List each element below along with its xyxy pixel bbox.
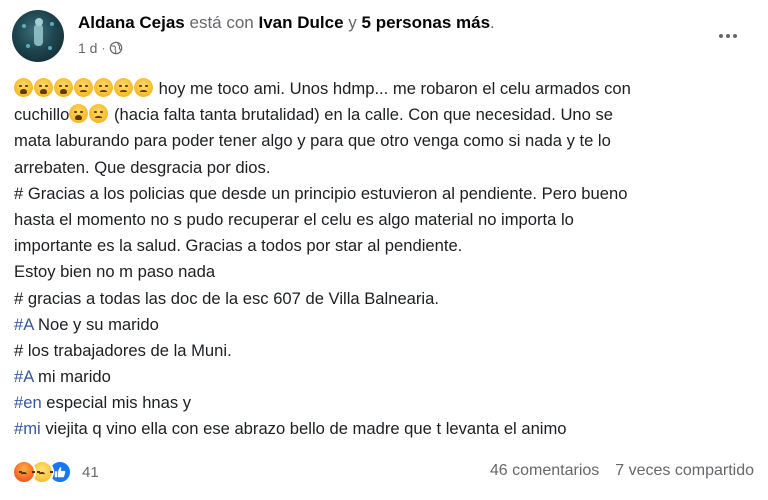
more-options-icon bbox=[726, 34, 730, 38]
hashtag-link[interactable]: #A bbox=[14, 315, 33, 334]
post-line: Estoy bien no m paso nada bbox=[14, 259, 754, 285]
reaction-count[interactable]: 41 bbox=[82, 464, 99, 481]
post-line: #A Noe y su marido bbox=[14, 312, 754, 338]
post-text: # Gracias a los policias que desde un pr… bbox=[14, 183, 628, 203]
author-name-link[interactable]: Aldana Cejas bbox=[78, 13, 185, 32]
tired-face-emoji-icon bbox=[54, 78, 73, 97]
more-options-icon bbox=[719, 34, 723, 38]
post-line: hoy me toco ami. Unos hdmp... me robaron… bbox=[14, 76, 754, 102]
post-text: (hacia falta tanta brutalidad) en la cal… bbox=[113, 105, 614, 125]
post-time-link[interactable]: 1 d bbox=[78, 40, 97, 56]
globe-icon[interactable] bbox=[109, 41, 123, 55]
reactions-summary[interactable]: 41 bbox=[12, 460, 99, 484]
post-text: mata laburando para poder tener algo y p… bbox=[14, 131, 611, 151]
disappointed-face-emoji-icon bbox=[89, 104, 109, 124]
post-text: arrebaten. Que desgracia por dios. bbox=[14, 157, 271, 177]
angry-reaction-icon bbox=[12, 460, 36, 484]
post-stats: 46 comentarios 7 veces compartido bbox=[490, 462, 754, 480]
meta-separator: · bbox=[101, 41, 106, 55]
comments-count-link[interactable]: 46 comentarios bbox=[490, 462, 599, 480]
author-avatar[interactable] bbox=[12, 10, 64, 62]
post-text: Noe y su marido bbox=[33, 314, 159, 334]
hashtag-link[interactable]: #A bbox=[14, 367, 33, 386]
post-line: arrebaten. Que desgracia por dios. bbox=[14, 155, 754, 181]
avatar-sparkle bbox=[22, 24, 26, 28]
tired-face-emoji-icon bbox=[34, 78, 53, 97]
post-line: # los trabajadores de la Muni. bbox=[14, 338, 754, 364]
avatar-figure bbox=[34, 24, 43, 46]
hashtag-link[interactable]: #en bbox=[14, 393, 42, 412]
and-text: y bbox=[348, 13, 357, 32]
with-text: está con bbox=[189, 13, 254, 32]
tired-face-emoji-icon bbox=[14, 78, 33, 97]
post-line: mata laburando para poder tener algo y p… bbox=[14, 128, 754, 154]
disappointed-face-emoji-icon bbox=[94, 78, 113, 97]
post-text: hoy me toco ami. Unos hdmp... me robaron… bbox=[158, 79, 631, 98]
post-footer: 41 46 comentarios 7 veces compartido bbox=[12, 458, 756, 486]
facebook-post: Aldana Cejas está con Ivan Dulce y 5 per… bbox=[0, 0, 768, 500]
post-text: # gracias a todas las doc de la esc 607 … bbox=[14, 288, 439, 308]
post-text: mi marido bbox=[33, 367, 111, 387]
tagged-person-link[interactable]: Ivan Dulce bbox=[259, 13, 344, 32]
post-meta: 1 d · bbox=[78, 40, 123, 56]
disappointed-face-emoji-icon bbox=[134, 78, 153, 97]
post-line: # gracias a todas las doc de la esc 607 … bbox=[14, 286, 754, 312]
post-text: hasta el momento no s pudo recuperar el … bbox=[14, 209, 574, 229]
more-options-icon bbox=[733, 34, 737, 38]
post-line: cuchillo (hacia falta tanta brutalidad) … bbox=[14, 102, 754, 128]
post-header: Aldana Cejas está con Ivan Dulce y 5 per… bbox=[12, 10, 756, 62]
post-body: hoy me toco ami. Unos hdmp... me robaron… bbox=[14, 76, 754, 443]
post-line: #A mi marido bbox=[14, 364, 754, 390]
post-line: #en especial mis hnas y bbox=[14, 390, 754, 416]
post-text: viejita q vino ella con ese abrazo bello… bbox=[40, 419, 567, 439]
post-text: # los trabajadores de la Muni. bbox=[14, 340, 232, 360]
hashtag-link[interactable]: #mi bbox=[14, 419, 41, 438]
post-line: importante es la salud. Gracias a todos … bbox=[14, 233, 754, 259]
avatar-sparkle bbox=[26, 44, 30, 48]
post-attribution: Aldana Cejas está con Ivan Dulce y 5 per… bbox=[78, 12, 495, 34]
avatar-sparkle bbox=[50, 22, 54, 26]
disappointed-face-emoji-icon bbox=[74, 78, 93, 97]
shares-count-link[interactable]: 7 veces compartido bbox=[615, 462, 754, 480]
disappointed-face-emoji-icon bbox=[114, 78, 133, 97]
post-line: hasta el momento no s pudo recuperar el … bbox=[14, 207, 754, 233]
more-options-button[interactable] bbox=[714, 22, 742, 50]
avatar-sparkle bbox=[48, 46, 52, 50]
post-line: # Gracias a los policias que desde un pr… bbox=[14, 181, 754, 207]
period: . bbox=[490, 13, 495, 32]
post-text: Estoy bien no m paso nada bbox=[14, 262, 216, 282]
others-link[interactable]: 5 personas más bbox=[362, 13, 491, 32]
post-text: especial mis hnas y bbox=[41, 393, 192, 413]
tired-face-emoji-icon bbox=[69, 104, 89, 124]
post-text: importante es la salud. Gracias a todos … bbox=[14, 236, 463, 256]
post-line: #mi viejita q vino ella con ese abrazo b… bbox=[14, 416, 754, 442]
post-text: cuchillo bbox=[14, 105, 70, 125]
